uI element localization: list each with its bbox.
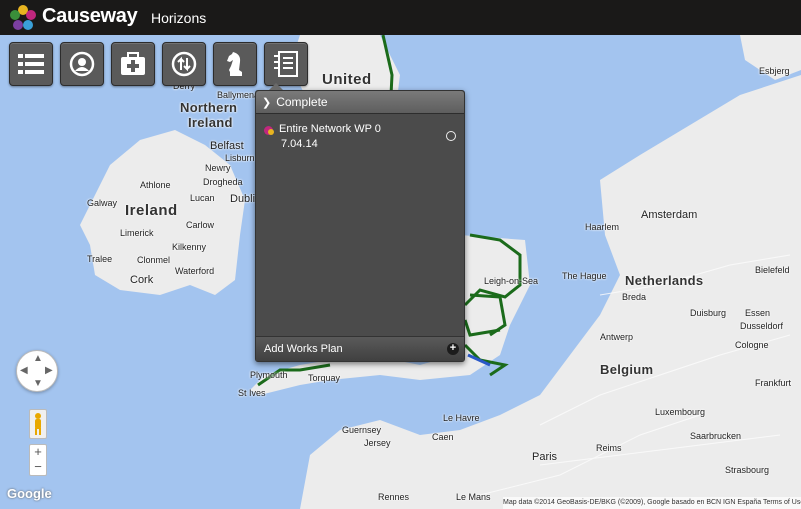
map-label: Torquay — [308, 373, 341, 383]
map-label: Rennes — [378, 492, 410, 502]
map-label: Clonmel — [137, 255, 171, 265]
chevron-down-icon: ❯ — [262, 96, 272, 109]
map-label: Le Havre — [443, 413, 480, 423]
chess-knight-icon — [227, 52, 242, 76]
app-header: Causeway Horizons — [0, 0, 801, 35]
works-plan-radio[interactable] — [446, 131, 456, 141]
pan-right-icon[interactable]: ▶ — [45, 365, 53, 376]
map-label: Ireland — [188, 115, 233, 130]
causeway-logo-icon — [10, 5, 36, 30]
map-label: Haarlem — [585, 222, 620, 232]
works-plan-icon — [274, 51, 298, 77]
map-label: Plymouth — [250, 370, 288, 380]
map-label: Dusseldorf — [740, 321, 784, 331]
map-label: Jersey — [364, 438, 391, 448]
map-label: Saarbrucken — [690, 431, 742, 441]
map-label: Leigh-on-Sea — [484, 276, 539, 286]
map-label: Ireland — [125, 202, 178, 219]
map-label: Kilkenny — [172, 242, 207, 252]
pan-control[interactable]: ▲ ▼ ◀ ▶ — [16, 350, 58, 392]
list-button[interactable] — [9, 42, 53, 86]
user-icon — [69, 51, 95, 77]
works-plan-date: 7.04.14 — [281, 138, 318, 150]
map-label: Essen — [745, 308, 771, 318]
map-label: Reims — [596, 443, 622, 453]
map-label: Dubli — [230, 193, 256, 205]
map-attribution[interactable]: Map data ©2014 GeoBasis-DE/BKG (©2009), … — [503, 497, 801, 509]
pan-up-icon[interactable]: ▲ — [33, 353, 43, 364]
zoom-out-button[interactable]: − — [30, 460, 46, 475]
map-label: Carlow — [186, 220, 215, 230]
map-label: Bielefeld — [755, 265, 790, 275]
pan-down-icon[interactable]: ▼ — [33, 378, 43, 389]
transfer-icon — [171, 51, 197, 77]
map-label: Le Mans — [456, 492, 491, 502]
add-works-plan-button[interactable]: Add Works Plan + — [256, 336, 464, 361]
map-label: Tralee — [87, 254, 113, 264]
main-toolbar — [9, 42, 308, 86]
map-label: Frankfurt — [755, 378, 792, 388]
section-header-complete[interactable]: ❯ Complete — [256, 91, 464, 114]
map-label: Esbjerg — [759, 66, 790, 76]
map-label: Northern — [180, 100, 238, 115]
works-plan-item[interactable]: Entire Network WP 0 7.04.14 — [262, 123, 458, 155]
map-label: Cologne — [735, 340, 769, 350]
pan-left-icon[interactable]: ◀ — [20, 365, 28, 376]
map-label: Waterford — [175, 266, 215, 276]
zoom-in-button[interactable]: + — [30, 445, 46, 460]
transfer-button[interactable] — [162, 42, 206, 86]
map-label: Guernsey — [342, 425, 382, 435]
zoom-control: + − — [29, 444, 47, 476]
works-plan-name: Entire Network WP 0 — [279, 123, 381, 135]
map-label: Drogheda — [203, 177, 243, 187]
map-label: The Hague — [562, 271, 607, 281]
map-label: St Ives — [238, 388, 266, 398]
map-label: Luxembourg — [655, 407, 706, 417]
map-label: Athlone — [140, 180, 171, 190]
medical-kit-icon — [121, 52, 145, 75]
map-label: Caen — [432, 432, 454, 442]
list-icon — [18, 54, 44, 74]
knight-button[interactable] — [213, 42, 257, 86]
street-view-pegman-icon[interactable] — [29, 409, 47, 439]
add-works-plan-label: Add Works Plan — [264, 343, 343, 355]
map-label: Netherlands — [625, 273, 704, 288]
brand-name: Causeway — [42, 5, 138, 27]
works-plan-button[interactable] — [264, 42, 308, 86]
map-label: Antwerp — [600, 332, 634, 342]
popup-pointer — [269, 83, 283, 90]
add-icon: + — [447, 343, 459, 355]
map-label: Cork — [130, 274, 154, 286]
works-plan-popup: ❯ Complete Entire Network WP 0 7.04.14 A… — [255, 90, 465, 362]
map-label: Breda — [622, 292, 647, 302]
map-label: Galway — [87, 198, 118, 208]
map-label: Lisburn — [225, 153, 255, 163]
map-label: Ballymena — [217, 90, 260, 100]
medical-button[interactable] — [111, 42, 155, 86]
map-label: Limerick — [120, 228, 154, 238]
map-label: Lucan — [190, 193, 215, 203]
map-label: Belfast — [210, 140, 244, 152]
brand-subtitle: Horizons — [151, 10, 207, 26]
map-label: Paris — [532, 451, 558, 463]
user-button[interactable] — [60, 42, 104, 86]
section-title: Complete — [276, 95, 328, 109]
map-label: Strasbourg — [725, 465, 770, 475]
map-label: Newry — [205, 163, 231, 173]
map-label: Amsterdam — [641, 209, 698, 221]
map-label: Belgium — [600, 362, 654, 377]
google-logo: Google — [7, 486, 52, 501]
works-plan-status-icon — [264, 126, 274, 135]
map-label: United — [322, 71, 372, 88]
map-label: Duisburg — [690, 308, 727, 318]
